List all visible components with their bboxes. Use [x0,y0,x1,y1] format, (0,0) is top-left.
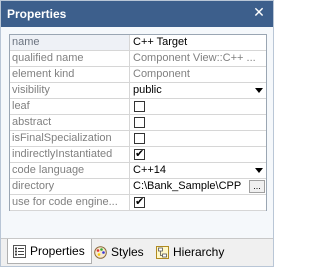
properties-window: Properties ✕ name C++ Target qualified nam… [0,0,274,267]
checkbox[interactable] [134,133,145,144]
property-name: name [10,35,130,50]
dropdown-arrow-icon[interactable] [255,88,263,93]
property-row[interactable]: abstract [10,115,266,131]
property-value[interactable]: C++ Target [131,35,266,50]
property-value[interactable]: Component [131,67,266,82]
property-row[interactable]: leaf [10,99,266,115]
dropdown-arrow-icon[interactable] [255,168,263,173]
title-bar[interactable]: Properties ✕ [1,1,273,27]
property-value-cell [131,99,266,114]
property-value-text: C++14 [133,164,167,176]
property-name: use for code engine... [10,195,130,210]
directory-field[interactable]: C:\Bank_Sample\CPP... [131,179,266,194]
property-name: leaf [10,99,130,114]
property-value-text: C++ Target [133,36,188,48]
property-row[interactable]: qualified name Component View::C++ ... [10,51,266,67]
property-value-text: public [133,84,162,96]
styles-icon [94,246,107,259]
tab-properties[interactable]: Properties [7,239,92,264]
property-name: indirectlyInstantiated [10,147,130,162]
property-row[interactable]: directory C:\Bank_Sample\CPP... [10,179,266,195]
property-value-cell [131,131,266,146]
checkbox[interactable]: ✔ [134,195,145,208]
properties-icon [13,245,26,258]
checkbox[interactable] [134,101,145,112]
property-name: visibility [10,83,130,98]
browse-button[interactable]: ... [249,180,265,193]
property-row[interactable]: name C++ Target [10,35,266,51]
property-value-text: Component [133,68,190,80]
property-dropdown[interactable]: C++14 [131,163,266,178]
property-row[interactable]: element kind Component [10,67,266,83]
tab-label: Hierarchy [173,245,225,259]
tab-hierarchy[interactable]: Hierarchy [151,241,230,263]
checkmark-icon: ✔ [135,195,145,208]
property-name: directory [10,179,130,194]
property-value-cell: ✔ [131,195,266,210]
property-row[interactable]: use for code engine... ✔ [10,195,266,211]
property-row[interactable]: visibility public [10,83,266,99]
tab-label: Properties [30,244,85,258]
hierarchy-icon [156,246,169,259]
checkbox[interactable] [134,117,145,128]
checkmark-icon: ✔ [135,147,145,160]
checkbox[interactable]: ✔ [134,147,145,160]
property-name: code language [10,163,130,178]
property-name: abstract [10,115,130,130]
property-value-cell [131,115,266,130]
property-value-text: Component View::C++ ... [133,52,256,64]
close-icon[interactable]: ✕ [251,5,267,21]
property-value-cell: ✔ [131,147,266,162]
tab-label: Styles [111,245,144,259]
property-row[interactable]: indirectlyInstantiated ✔ [10,147,266,163]
property-row[interactable]: code language C++14 [10,163,266,179]
window-title: Properties [7,7,67,21]
property-value-text: C:\Bank_Sample\CPP [133,180,242,192]
property-name: qualified name [10,51,130,66]
property-value[interactable]: Component View::C++ ... [131,51,266,66]
property-name: isFinalSpecialization [10,131,130,146]
property-name: element kind [10,67,130,82]
tab-styles[interactable]: Styles [89,241,150,263]
property-row[interactable]: isFinalSpecialization [10,131,266,147]
property-grid: name C++ Target qualified name Component Vi… [9,34,267,211]
tab-bar: Properties Styles Hierarchy [1,238,273,266]
property-dropdown[interactable]: public [131,83,266,98]
